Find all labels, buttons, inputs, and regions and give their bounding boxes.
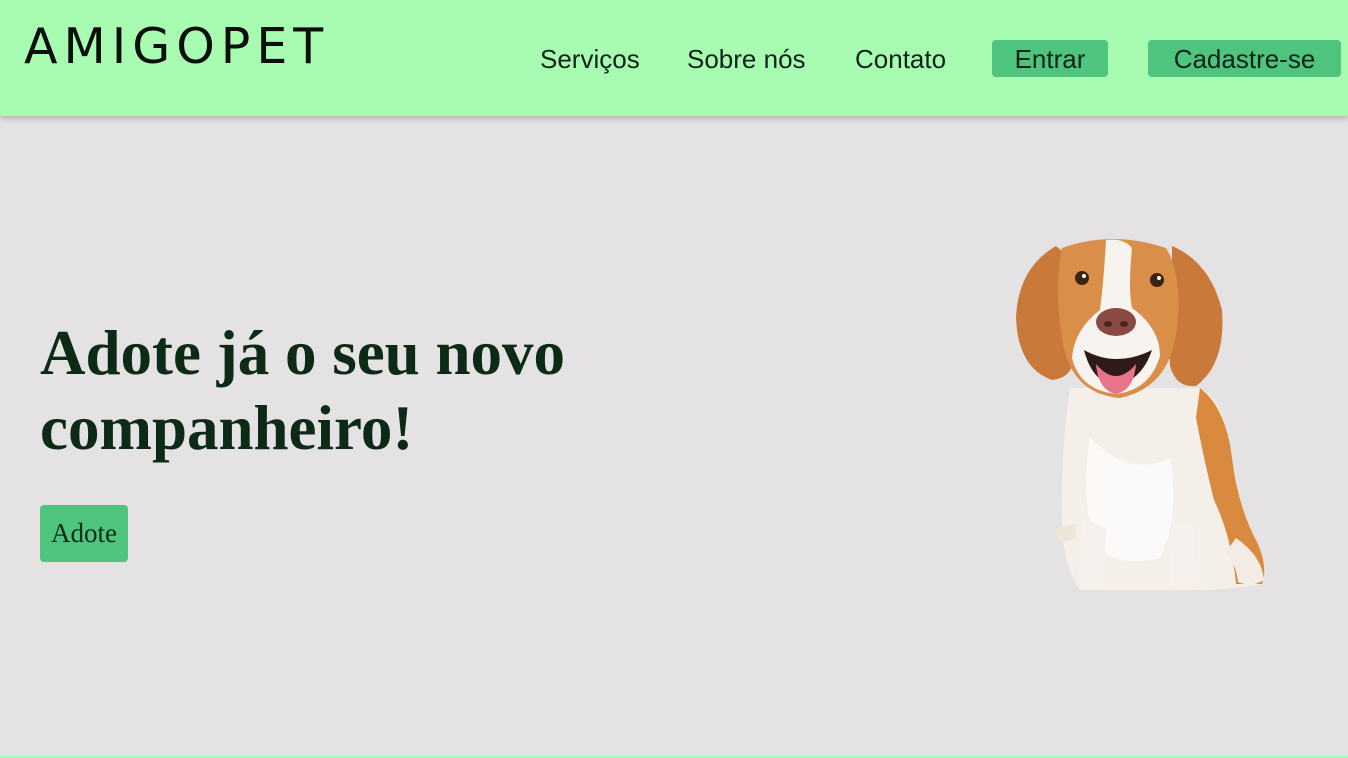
main-nav: Serviços Sobre nós Contato Entrar Cadast… — [0, 40, 1348, 78]
nav-link-about[interactable]: Sobre nós — [687, 40, 806, 78]
hero-title: Adote já o seu novo companheiro! — [40, 318, 566, 463]
site-header: AMIGOPET Serviços Sobre nós Contato Entr… — [0, 0, 1348, 116]
nav-link-contact[interactable]: Contato — [855, 40, 946, 78]
nav-link-services[interactable]: Serviços — [540, 40, 640, 78]
beagle-dog-image — [1016, 239, 1265, 591]
login-button[interactable]: Entrar — [992, 40, 1108, 77]
signup-button[interactable]: Cadastre-se — [1148, 40, 1341, 77]
adopt-button[interactable]: Adote — [40, 505, 128, 562]
